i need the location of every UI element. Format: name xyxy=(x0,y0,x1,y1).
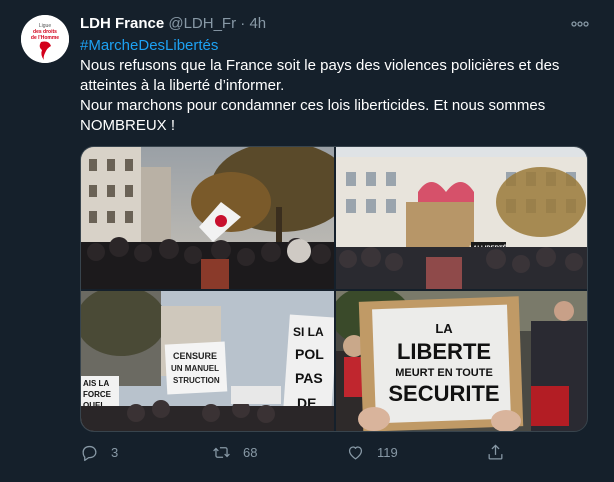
liberte-text-4: SECURITE xyxy=(388,381,499,406)
tweet-line-2: Nour marchons pour condamner ces lois li… xyxy=(80,97,546,134)
banner-text-3: STRUCTION xyxy=(173,376,220,385)
media-grid: LALLIBERTÉ AIS LA FORCE QUEL xyxy=(80,146,588,432)
share-button[interactable] xyxy=(486,440,517,464)
photo-crowd-flag[interactable] xyxy=(81,147,334,289)
reply-count: 3 xyxy=(111,444,119,460)
liberte-text-3: MEURT EN TOUTE xyxy=(395,367,493,379)
banner-text-7: SI LA xyxy=(293,325,324,339)
hashtag-link[interactable]: #MarcheDesLibertés xyxy=(80,36,580,56)
share-icon xyxy=(488,443,503,459)
banner-text-5: FORCE xyxy=(83,390,112,399)
more-options-icon[interactable] xyxy=(571,18,589,30)
liberte-text-1: LA xyxy=(435,321,453,336)
reply-icon xyxy=(82,445,97,461)
handle[interactable]: @LDH_Fr xyxy=(168,15,236,32)
tweet-header: LDH France @LDH_Fr · 4h xyxy=(80,14,266,34)
retweet-button[interactable]: 68 xyxy=(212,440,257,464)
retweet-count: 68 xyxy=(243,444,258,460)
avatar[interactable]: Ligue des droits de l'Homme xyxy=(21,15,69,63)
banner-text-1: CENSURE xyxy=(173,351,217,361)
timestamp[interactable]: 4h xyxy=(249,15,266,32)
banner-text-8: POL xyxy=(295,346,324,362)
like-count: 119 xyxy=(377,444,398,460)
reply-button[interactable]: 3 xyxy=(80,440,118,464)
liberte-text-2: LIBERTE xyxy=(397,339,491,364)
photo-liberte-sign[interactable]: LA LIBERTE MEURT EN TOUTE SECURITE xyxy=(336,291,587,431)
action-bar: 3 68 119 xyxy=(0,440,614,464)
tweet-text: #MarcheDesLibertés Nous refusons que la … xyxy=(80,36,580,136)
separator: · xyxy=(240,15,246,32)
photo-heart-sign[interactable]: LALLIBERTÉ xyxy=(336,147,587,289)
photo-banners[interactable]: AIS LA FORCE QUEL CENSURE UN MANUEL STRU… xyxy=(81,291,334,431)
logo-text-3: de l'Homme xyxy=(31,35,59,41)
ldh-logo-icon: Ligue des droits de l'Homme xyxy=(21,15,69,63)
tweet[interactable]: Ligue des droits de l'Homme LDH France @… xyxy=(0,0,614,482)
banner-text-4: AIS LA xyxy=(83,379,109,388)
heart-icon xyxy=(348,445,363,459)
retweet-icon xyxy=(213,446,230,458)
display-name[interactable]: LDH France xyxy=(80,15,164,32)
banner-text-9: PAS xyxy=(295,370,323,386)
banner-text-2: UN MANUEL xyxy=(171,364,219,373)
like-button[interactable]: 119 xyxy=(346,440,398,464)
tweet-line-1: Nous refusons que la France soit le pays… xyxy=(80,57,560,94)
